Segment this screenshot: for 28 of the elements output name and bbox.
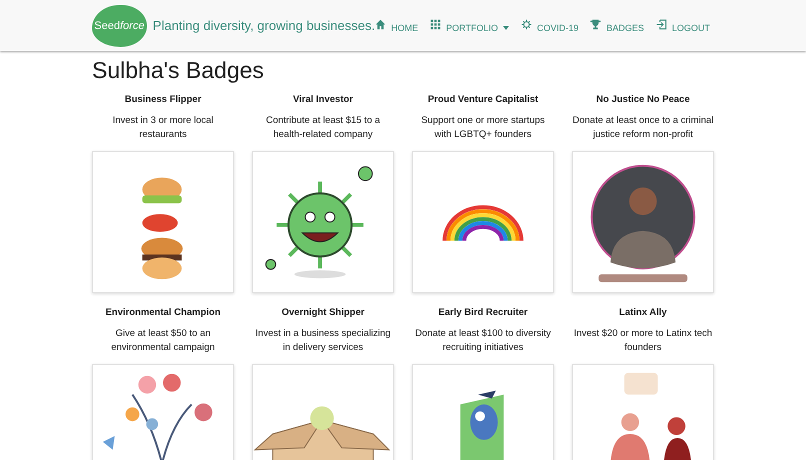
badge-title: Business Flipper — [124, 94, 202, 105]
tagline: Planting diversity, growing businesses. — [152, 18, 376, 33]
badge-description: Invest in a business specializing in delivery services — [254, 327, 392, 355]
badge-description: Contribute at least $15 to a health-related company — [264, 114, 382, 142]
badge-title: Proud Venture Capitalist — [428, 94, 538, 105]
badge-title: Environmental Champion — [105, 307, 221, 318]
badge-description: Donate at least $100 to diversity recruiting initiatives — [414, 327, 552, 355]
badge-title: Overnight Shipper — [282, 307, 364, 318]
logo[interactable]: Seedforce — [92, 4, 147, 46]
nav-link[interactable]: LOGOUT — [656, 20, 710, 34]
nav-link[interactable]: HOME — [375, 20, 418, 34]
badge-title: Viral Investor — [292, 94, 354, 105]
badge-title: No Justice No Peace — [596, 94, 690, 105]
badge-description: Invest $20 or more to Latinx tech founders — [572, 327, 714, 355]
grid-icon — [430, 19, 442, 30]
page-title: Sulbha's Badges — [92, 57, 265, 84]
badge-title: Early Bird Recruiter — [438, 307, 528, 318]
nav-link[interactable]: PORTFOLIO — [430, 20, 509, 34]
nav-link[interactable]: BADGES — [590, 20, 644, 34]
logout-icon — [656, 19, 667, 30]
badge-title: Latinx Ally — [619, 307, 667, 318]
nav-link[interactable]: COVID-19 — [520, 20, 578, 34]
trophy-icon — [590, 19, 602, 30]
home-icon — [375, 19, 386, 30]
badge-description: Donate at least once to a criminal justice reform non-profit — [572, 114, 714, 142]
badge-description: Support one or more startups with LGBTQ+ founders — [420, 114, 546, 142]
badge-description: Invest in 3 or more local restaurants — [112, 114, 214, 142]
badge-description: Give at least $50 to an environmental campaign — [110, 327, 216, 355]
